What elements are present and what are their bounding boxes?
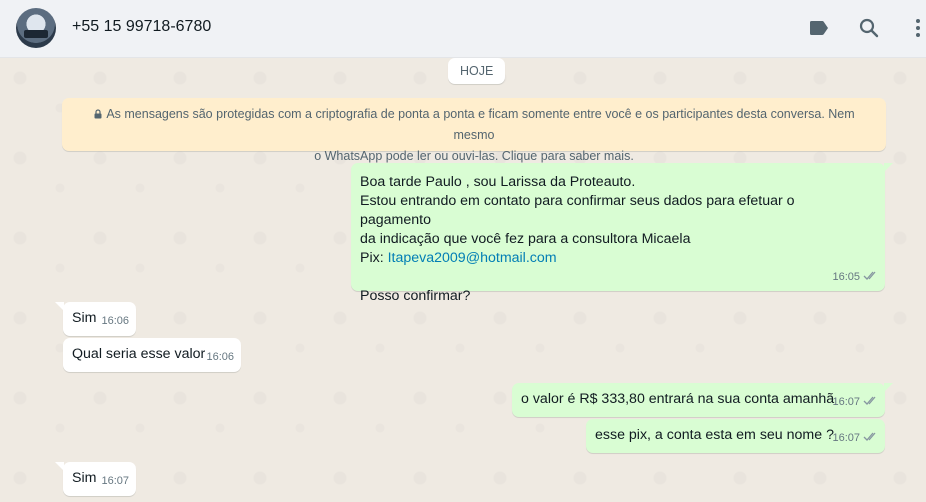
message-bubble-incoming[interactable]: Sim 16:06 (55, 302, 136, 336)
message-meta: 16:07 (832, 429, 879, 448)
read-ticks-icon (863, 269, 879, 280)
message-text: o valor é R$ 333,80 entrará na sua conta… (521, 391, 835, 407)
contact-avatar[interactable] (16, 8, 56, 48)
message-bubble-outgoing[interactable]: esse pix, a conta esta em seu nome ? 16:… (586, 419, 885, 453)
date-label: HOJE (448, 58, 506, 84)
chat-header: +55 15 99718-6780 (0, 0, 926, 58)
bubble-tail (884, 163, 893, 172)
lock-icon (93, 105, 103, 119)
message-time: 16:07 (101, 475, 129, 487)
read-ticks-icon (863, 430, 879, 441)
chat-area[interactable]: HOJE As mensagens são protegidas com a c… (0, 58, 926, 502)
message-text: Posso confirmar? (360, 288, 471, 304)
message-bubble-outgoing[interactable]: o valor é R$ 333,80 entrará na sua conta… (512, 383, 893, 417)
email-link[interactable]: Itapeva2009@hotmail.com (388, 250, 557, 266)
message-meta: 16:07 (832, 393, 879, 412)
contact-name[interactable]: +55 15 99718-6780 (72, 18, 211, 36)
message-bubble-incoming[interactable]: Sim 16:07 (55, 462, 136, 496)
read-ticks-icon (863, 394, 879, 405)
message-bubble-outgoing[interactable]: Boa tarde Paulo , sou Larissa da Proteau… (351, 163, 893, 304)
encryption-notice[interactable]: As mensagens são protegidas com a cripto… (62, 98, 886, 163)
label-icon[interactable] (807, 16, 831, 40)
message-text: Sim (72, 310, 97, 326)
pix-label: Pix: (360, 250, 388, 266)
encryption-notice-text-1: As mensagens são protegidas com a cripto… (106, 107, 855, 142)
message-time: 16:05 (832, 271, 860, 283)
message-time: 16:07 (832, 396, 860, 408)
message-text: Boa tarde Paulo , sou Larissa da Proteau… (360, 174, 636, 190)
message-text: Estou entrando em contato para confirmar… (360, 193, 795, 228)
message-text: Sim (72, 470, 97, 486)
message-meta: 16:05 (832, 268, 879, 287)
search-icon[interactable] (857, 16, 881, 40)
message-time: 16:06 (101, 315, 129, 327)
pix-line: Pix: Itapeva2009@hotmail.com (360, 249, 869, 268)
message-text: esse pix, a conta esta em seu nome ? (595, 427, 834, 443)
message-time: 16:07 (832, 432, 860, 444)
message-text: Qual seria esse valor (72, 346, 206, 362)
bubble-tail (55, 462, 64, 471)
bubble-tail (55, 302, 64, 311)
message-text: da indicação que você fez para a consult… (360, 231, 691, 247)
bubble-tail (884, 383, 893, 392)
message-bubble-incoming[interactable]: Qual seria esse valor 16:06 (63, 338, 241, 372)
message-time: 16:06 (206, 351, 234, 363)
menu-icon[interactable] (906, 16, 926, 40)
